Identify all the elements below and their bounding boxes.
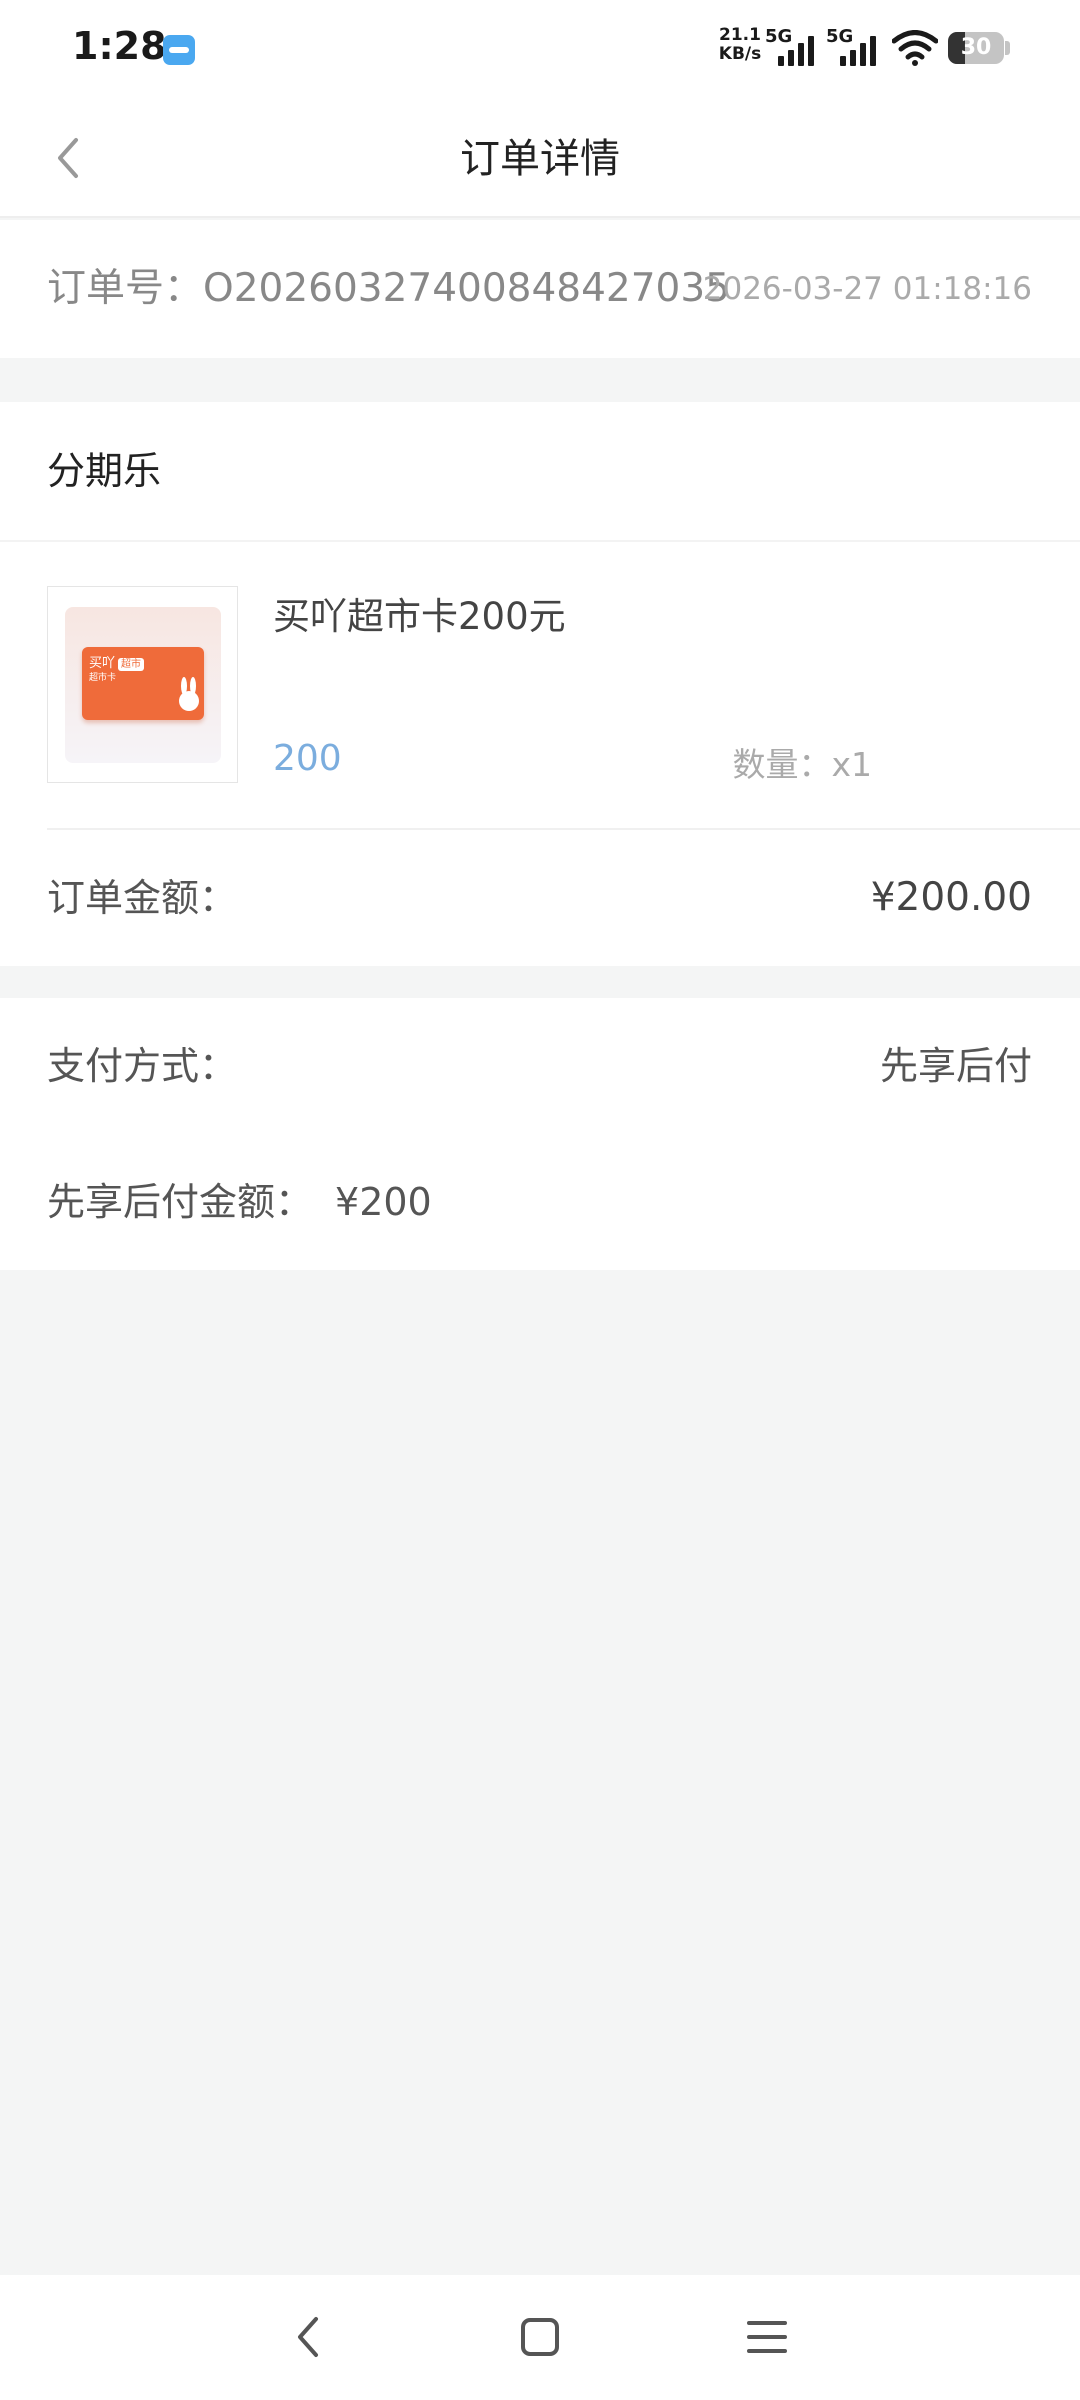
status-bar: 1:28 21.1 KB/s 5G 5G 30 [0, 0, 1080, 100]
network-speed-unit: KB/s [718, 44, 762, 64]
bunny-icon [179, 677, 199, 711]
order-number-section: 订单号：O20260327400848427035 2026-03-27 01:… [0, 220, 1080, 358]
signal-icon [840, 34, 882, 66]
battery-level: 30 [960, 35, 992, 60]
system-home-button[interactable] [508, 2305, 572, 2369]
card-subtitle: 超市卡 [89, 673, 117, 683]
bnpl-amount-label: 先享后付金额： [47, 1180, 314, 1224]
product-section: 分期乐 买吖 超市 超市卡 买吖超市卡200元 200 数量：x1 订单金额： ¥… [0, 402, 1080, 966]
signal-icon [778, 34, 820, 66]
bnpl-amount-row: 先享后付金额： ¥200 [47, 1134, 432, 1270]
status-time: 1:28 [72, 24, 167, 68]
payment-method-value: 先享后付 [879, 1044, 1032, 1088]
chevron-left-icon [58, 138, 78, 178]
battery-icon: 30 [948, 32, 1004, 64]
page-title: 订单详情 [460, 136, 620, 182]
back-button[interactable] [40, 126, 104, 190]
system-nav-bar [0, 2275, 1080, 2400]
battery-tip [1005, 41, 1010, 55]
divider [0, 540, 1080, 542]
order-detail-screen: 1:28 21.1 KB/s 5G 5G 30 订单详情 订单号：O202603… [0, 0, 1080, 2400]
card-brand: 买吖 超市 [89, 652, 145, 671]
order-time: 2026-03-27 01:18:16 [702, 271, 1032, 307]
order-amount-value: ¥200.00 [870, 875, 1032, 920]
app-notification-icon [163, 35, 195, 65]
order-number: 订单号：O20260327400848427035 [47, 266, 730, 311]
nav-header: 订单详情 [0, 100, 1080, 218]
product-name[interactable]: 买吖超市卡200元 [273, 586, 566, 640]
product-quantity: 数量：x1 [732, 745, 872, 784]
gift-card-image: 买吖 超市 超市卡 [82, 647, 204, 720]
store-name: 分期乐 [47, 449, 162, 493]
payment-method-label: 支付方式： [47, 1044, 238, 1088]
system-back-button[interactable] [278, 2305, 342, 2369]
product-price: 200 [273, 738, 342, 779]
payment-section: 支付方式： 先享后付 先享后付金额： ¥200 [0, 998, 1080, 1270]
home-square-icon [521, 2318, 559, 2356]
card-tag: 超市 [118, 658, 145, 671]
back-triangle-icon [298, 2317, 318, 2357]
product-thumbnail[interactable]: 买吖 超市 超市卡 [47, 586, 238, 783]
menu-lines-icon [747, 2321, 787, 2353]
card-brand-text: 买吖 [89, 656, 116, 671]
order-amount-label: 订单金额： [47, 876, 238, 920]
wifi-icon [892, 30, 938, 66]
network-speed-value: 21.1 [719, 25, 761, 45]
thumbnail-background: 买吖 超市 超市卡 [65, 607, 221, 763]
network-speed: 21.1 KB/s [712, 26, 768, 64]
system-menu-button[interactable] [735, 2305, 799, 2369]
bnpl-amount-value: ¥200 [335, 1180, 432, 1224]
